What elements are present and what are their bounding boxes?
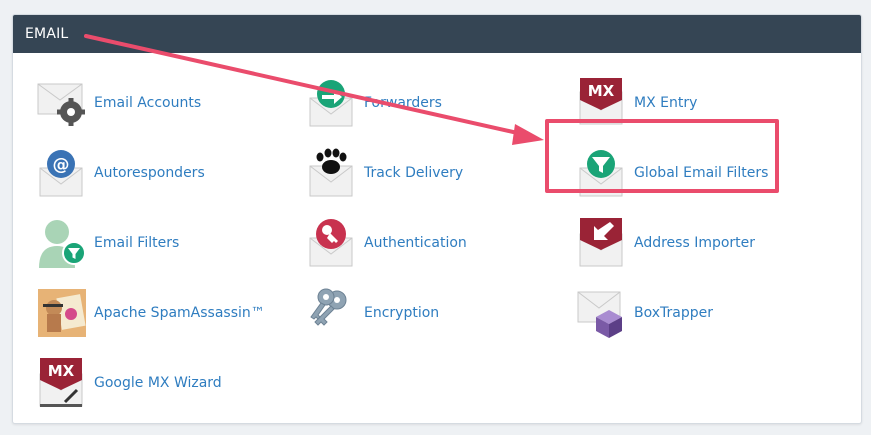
svg-text:@: @ [53, 155, 70, 175]
track-delivery-item[interactable]: Track Delivery [307, 147, 557, 199]
address-importer-item[interactable]: Address Importer [577, 217, 827, 269]
keys-icon [307, 288, 357, 338]
track-delivery-label[interactable]: Track Delivery [364, 165, 463, 181]
authentication-label[interactable]: Authentication [364, 235, 467, 251]
email-filters-label[interactable]: Email Filters [94, 235, 179, 251]
spamassassin-icon [37, 288, 87, 338]
email-filters-item[interactable]: Email Filters [37, 217, 287, 269]
google-mx-wizard-label[interactable]: Google MX Wizard [94, 375, 222, 391]
svg-text:MX: MX [48, 362, 75, 380]
mx-wizard-envelope-icon: MX [37, 358, 87, 408]
google-mx-wizard-item[interactable]: MX Google MX Wizard [37, 357, 287, 409]
autoresponders-label[interactable]: Autoresponders [94, 165, 205, 181]
forwarders-item[interactable]: Forwarders [307, 77, 557, 129]
forward-envelope-icon [307, 78, 357, 128]
section-header[interactable]: EMAIL [13, 15, 861, 53]
encryption-label[interactable]: Encryption [364, 305, 439, 321]
user-funnel-icon [37, 218, 87, 268]
paw-print-envelope-icon [307, 148, 357, 198]
apache-spamassassin-item[interactable]: Apache SpamAssassin™ [37, 287, 287, 339]
email-accounts-label[interactable]: Email Accounts [94, 95, 201, 111]
autoresponders-item[interactable]: @ Autoresponders [37, 147, 287, 199]
highlight-box [545, 119, 779, 193]
address-importer-label[interactable]: Address Importer [634, 235, 755, 251]
encryption-item[interactable]: Encryption [307, 287, 557, 339]
forwarders-label[interactable]: Forwarders [364, 95, 442, 111]
boxtrapper-label[interactable]: BoxTrapper [634, 305, 713, 321]
mx-entry-label[interactable]: MX Entry [634, 95, 697, 111]
email-section-panel: EMAIL Email Accounts Forwarders MX MX En… [12, 14, 862, 424]
email-accounts-item[interactable]: Email Accounts [37, 77, 287, 129]
apache-spamassassin-label[interactable]: Apache SpamAssassin™ [94, 305, 265, 321]
envelope-gear-icon [37, 78, 87, 128]
at-envelope-icon: @ [37, 148, 87, 198]
authentication-item[interactable]: Authentication [307, 217, 557, 269]
box-envelope-icon [577, 288, 627, 338]
import-arrow-envelope-icon [577, 218, 627, 268]
boxtrapper-item[interactable]: BoxTrapper [577, 287, 827, 339]
key-envelope-icon [307, 218, 357, 268]
svg-text:MX: MX [588, 82, 615, 100]
